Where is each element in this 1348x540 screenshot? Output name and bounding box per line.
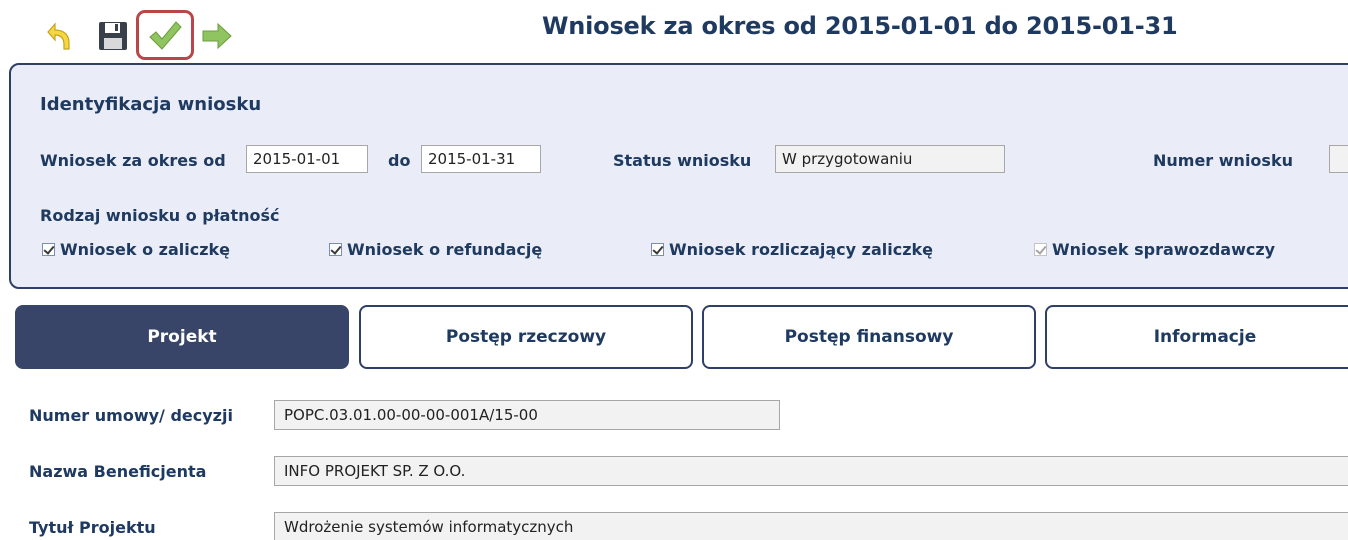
validate-button[interactable] <box>136 10 194 60</box>
checkbox-box[interactable] <box>329 243 342 256</box>
undo-arrow-icon <box>47 22 70 50</box>
checkbox-label: Wniosek sprawozdawczy <box>1052 240 1276 259</box>
beneficiary-field: INFO PROJEKT SP. Z O.O. <box>274 456 1348 486</box>
checkbox-label: Wniosek rozliczający zaliczkę <box>669 240 933 259</box>
checkbox-label: Wniosek o zaliczkę <box>60 240 231 259</box>
tab-postep-finansowy[interactable]: Postęp finansowy <box>702 305 1036 369</box>
project-title-label: Tytuł Projektu <box>29 518 156 537</box>
period-from-field[interactable]: 2015-01-01 <box>246 145 368 173</box>
period-to-field[interactable]: 2015-01-31 <box>421 145 541 173</box>
status-label: Status wniosku <box>613 151 752 170</box>
checkbox-advance[interactable]: Wniosek o zaliczkę <box>42 240 230 259</box>
forward-arrow-icon <box>202 22 232 50</box>
save-button[interactable] <box>94 16 132 56</box>
project-title-field: Wdrożenie systemów informatycznych <box>274 512 1348 540</box>
checkbox-label: Wniosek o refundację <box>347 240 543 259</box>
tab-informacje[interactable]: Informacje <box>1045 305 1348 369</box>
identification-title: Identyfikacja wniosku <box>40 94 262 115</box>
checkbox-refund[interactable]: Wniosek o refundację <box>329 240 542 259</box>
checkbox-box[interactable] <box>651 243 664 256</box>
number-field[interactable] <box>1329 145 1348 173</box>
payment-type-label: Rodzaj wniosku o płatność <box>40 206 280 225</box>
tab-postep-rzeczowy[interactable]: Postęp rzeczowy <box>359 305 693 369</box>
number-label: Numer wniosku <box>1153 151 1293 170</box>
page-title: Wniosek za okres od 2015-01-01 do 2015-0… <box>542 12 1178 40</box>
agreement-field: POPC.03.01.00-00-00-001A/15-00 <box>274 400 780 430</box>
checkbox-advance-settlement[interactable]: Wniosek rozliczający zaliczkę <box>651 240 933 259</box>
beneficiary-label: Nazwa Beneficjenta <box>29 462 207 481</box>
checkmark-icon <box>149 21 182 50</box>
tab-projekt[interactable]: Projekt <box>15 305 349 369</box>
checkbox-report: Wniosek sprawozdawczy <box>1034 240 1275 259</box>
status-field: W przygotowaniu <box>775 145 1005 173</box>
forward-button[interactable] <box>198 16 236 56</box>
period-from-label: Wniosek za okres od <box>40 151 226 170</box>
agreement-label: Numer umowy/ decyzji <box>29 406 233 425</box>
checkbox-box[interactable] <box>42 243 55 256</box>
floppy-disk-icon <box>99 22 127 50</box>
undo-button[interactable] <box>42 16 76 56</box>
toolbar <box>0 0 260 62</box>
identification-panel: Identyfikacja wniosku Wniosek za okres o… <box>9 63 1348 289</box>
period-to-label: do <box>388 151 411 170</box>
checkbox-box <box>1034 243 1047 256</box>
